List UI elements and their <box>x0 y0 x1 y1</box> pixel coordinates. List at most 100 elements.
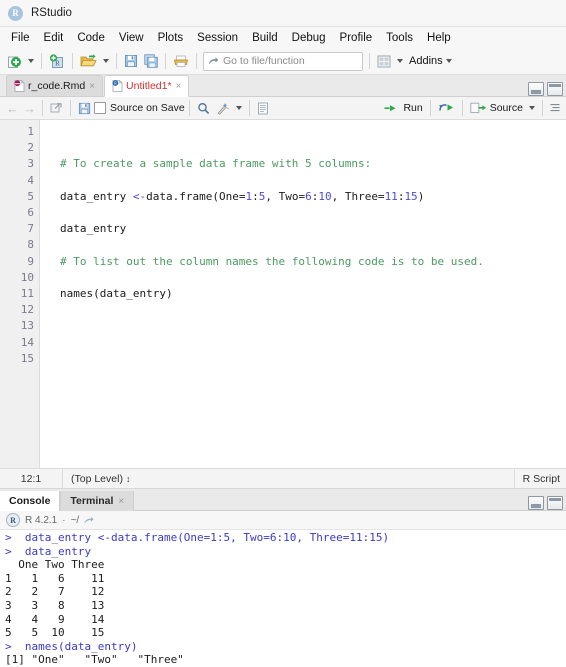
cursor-position: 12:1 <box>0 469 63 488</box>
find-replace-button[interactable] <box>194 98 213 118</box>
menu-tools[interactable]: Tools <box>379 30 420 46</box>
minimize-source-pane-button[interactable] <box>528 82 544 96</box>
new-project-button[interactable]: R <box>46 51 68 71</box>
working-directory-label[interactable]: ~/ <box>71 515 80 526</box>
workspace-panes-button[interactable] <box>374 51 394 71</box>
console-prompt: > <box>5 531 12 544</box>
console-line-text: names(data_entry) <box>11 639 138 653</box>
save-all-icon <box>144 54 158 68</box>
rerun-icon <box>438 104 453 111</box>
menu-file[interactable]: File <box>4 30 37 46</box>
open-file-button[interactable] <box>77 51 100 71</box>
run-button[interactable]: Run <box>381 98 425 118</box>
menu-edit[interactable]: Edit <box>37 30 71 46</box>
code-token: 6 <box>305 189 312 203</box>
menu-view[interactable]: View <box>112 30 151 46</box>
toolbar-separator <box>196 53 197 69</box>
save-button[interactable] <box>121 51 141 71</box>
source-on-save-label: Source on Save <box>110 102 185 114</box>
console-line-text: data_entry <-data.frame(One=1:5, Two=6:1… <box>11 531 390 544</box>
terminal-tab-close-icon[interactable]: × <box>118 496 124 507</box>
editor-toolbar-separator <box>248 100 250 116</box>
view-in-new-window-icon[interactable] <box>84 516 94 525</box>
console-line: 2 2 7 12 <box>5 585 566 599</box>
source-on-save-checkbox[interactable] <box>94 102 106 114</box>
console-tab-bar: Console Terminal × <box>0 489 566 511</box>
source-tab-label: r_code.Rmd <box>28 80 86 92</box>
console-output[interactable]: > data_entry <-data.frame(One=1:5, Two=6… <box>0 530 566 667</box>
print-button[interactable] <box>170 51 192 71</box>
console-line-text: 2 2 7 12 <box>5 585 105 599</box>
goto-arrow-icon <box>209 56 219 64</box>
code-tools-button[interactable] <box>213 98 233 118</box>
code-token: # To list out the column names the follo… <box>60 254 484 268</box>
scope-updown-icon[interactable]: ↕ <box>126 474 131 484</box>
document-outline-button[interactable] <box>547 98 562 118</box>
menu-build[interactable]: Build <box>245 30 285 46</box>
source-tab-untitled1[interactable]: R Untitled1* × <box>104 75 190 97</box>
save-document-button[interactable] <box>75 98 94 118</box>
line-number: 8 <box>27 238 34 252</box>
open-file-dropdown-caret-icon[interactable] <box>103 59 109 63</box>
code-token: ) <box>417 189 425 203</box>
menu-session[interactable]: Session <box>190 30 245 46</box>
new-file-button[interactable] <box>4 51 25 71</box>
show-in-new-window-button[interactable] <box>47 98 66 118</box>
source-tab-bar: r_code.Rmd × R Untitled1* × <box>0 75 566 97</box>
save-all-button[interactable] <box>141 51 161 71</box>
line-number: 6 <box>27 206 34 220</box>
code-token: data.frame(One= <box>146 189 246 203</box>
source-caret-icon[interactable] <box>529 106 535 110</box>
code-token: 10 <box>318 189 332 203</box>
maximize-console-pane-button[interactable] <box>547 496 563 510</box>
console-line: > data_entry <-data.frame(One=1:5, Two=6… <box>5 531 566 545</box>
toolbar-separator <box>165 53 166 69</box>
tab-console[interactable]: Console <box>0 491 61 511</box>
source-tab-close-icon[interactable]: × <box>176 81 182 92</box>
addins-caret-icon[interactable] <box>445 59 452 63</box>
workspace-panes-caret-icon[interactable] <box>397 59 403 63</box>
menu-plots[interactable]: Plots <box>151 30 191 46</box>
file-type-selector[interactable]: R Script <box>513 469 566 488</box>
navigate-back-icon[interactable]: ← <box>4 101 21 116</box>
goto-file-function-input[interactable]: Go to file/function <box>203 51 363 71</box>
console-line-text: 5 5 10 15 <box>5 626 105 640</box>
maximize-source-pane-button[interactable] <box>547 82 563 96</box>
code-text[interactable]: # To create a sample data frame with 5 c… <box>40 120 566 468</box>
source-label: Source <box>489 102 523 114</box>
source-tab-r-code-rmd[interactable]: r_code.Rmd × <box>6 75 104 96</box>
rerun-button[interactable] <box>435 98 458 118</box>
code-token: 15 <box>404 189 418 203</box>
goto-file-placeholder: Go to file/function <box>223 55 305 67</box>
minimize-console-pane-button[interactable] <box>528 496 544 510</box>
menu-profile[interactable]: Profile <box>333 30 380 46</box>
scope-selector[interactable]: (Top Level) ↕ <box>63 473 130 485</box>
menu-help[interactable]: Help <box>420 30 458 46</box>
print-icon <box>174 55 188 67</box>
code-tools-caret-icon[interactable] <box>235 106 242 110</box>
console-line: > names(data_entry) <box>5 640 566 654</box>
menu-code[interactable]: Code <box>70 30 112 46</box>
new-file-dropdown-caret-icon[interactable] <box>28 59 34 63</box>
source-tab-close-icon[interactable]: × <box>89 81 95 92</box>
title-bar: R RStudio <box>0 0 566 27</box>
console-line-text: 3 3 8 13 <box>5 598 105 612</box>
editor-toolbar-separator <box>70 100 71 116</box>
source-button[interactable]: Source <box>467 98 526 118</box>
console-line-text: data_entry <box>11 544 92 558</box>
console-header: R R 4.2.1 · ~/ <box>0 511 566 530</box>
source-pane: r_code.Rmd × R Untitled1* × ← → Source o… <box>0 75 566 489</box>
compile-report-button[interactable] <box>254 98 272 118</box>
header-separator: · <box>62 514 66 526</box>
tab-terminal[interactable]: Terminal × <box>60 491 135 511</box>
addins-button[interactable]: Addins <box>409 55 443 67</box>
code-editor[interactable]: 1 2 3 4 5 6 7 8 9 10 11 12 13 14 15 # To… <box>0 120 566 468</box>
line-number: 12 <box>20 303 34 317</box>
navigate-forward-icon[interactable]: → <box>21 101 38 116</box>
line-number: 4 <box>27 173 34 187</box>
console-line: 5 5 10 15 <box>5 626 566 640</box>
menu-debug[interactable]: Debug <box>285 30 333 46</box>
